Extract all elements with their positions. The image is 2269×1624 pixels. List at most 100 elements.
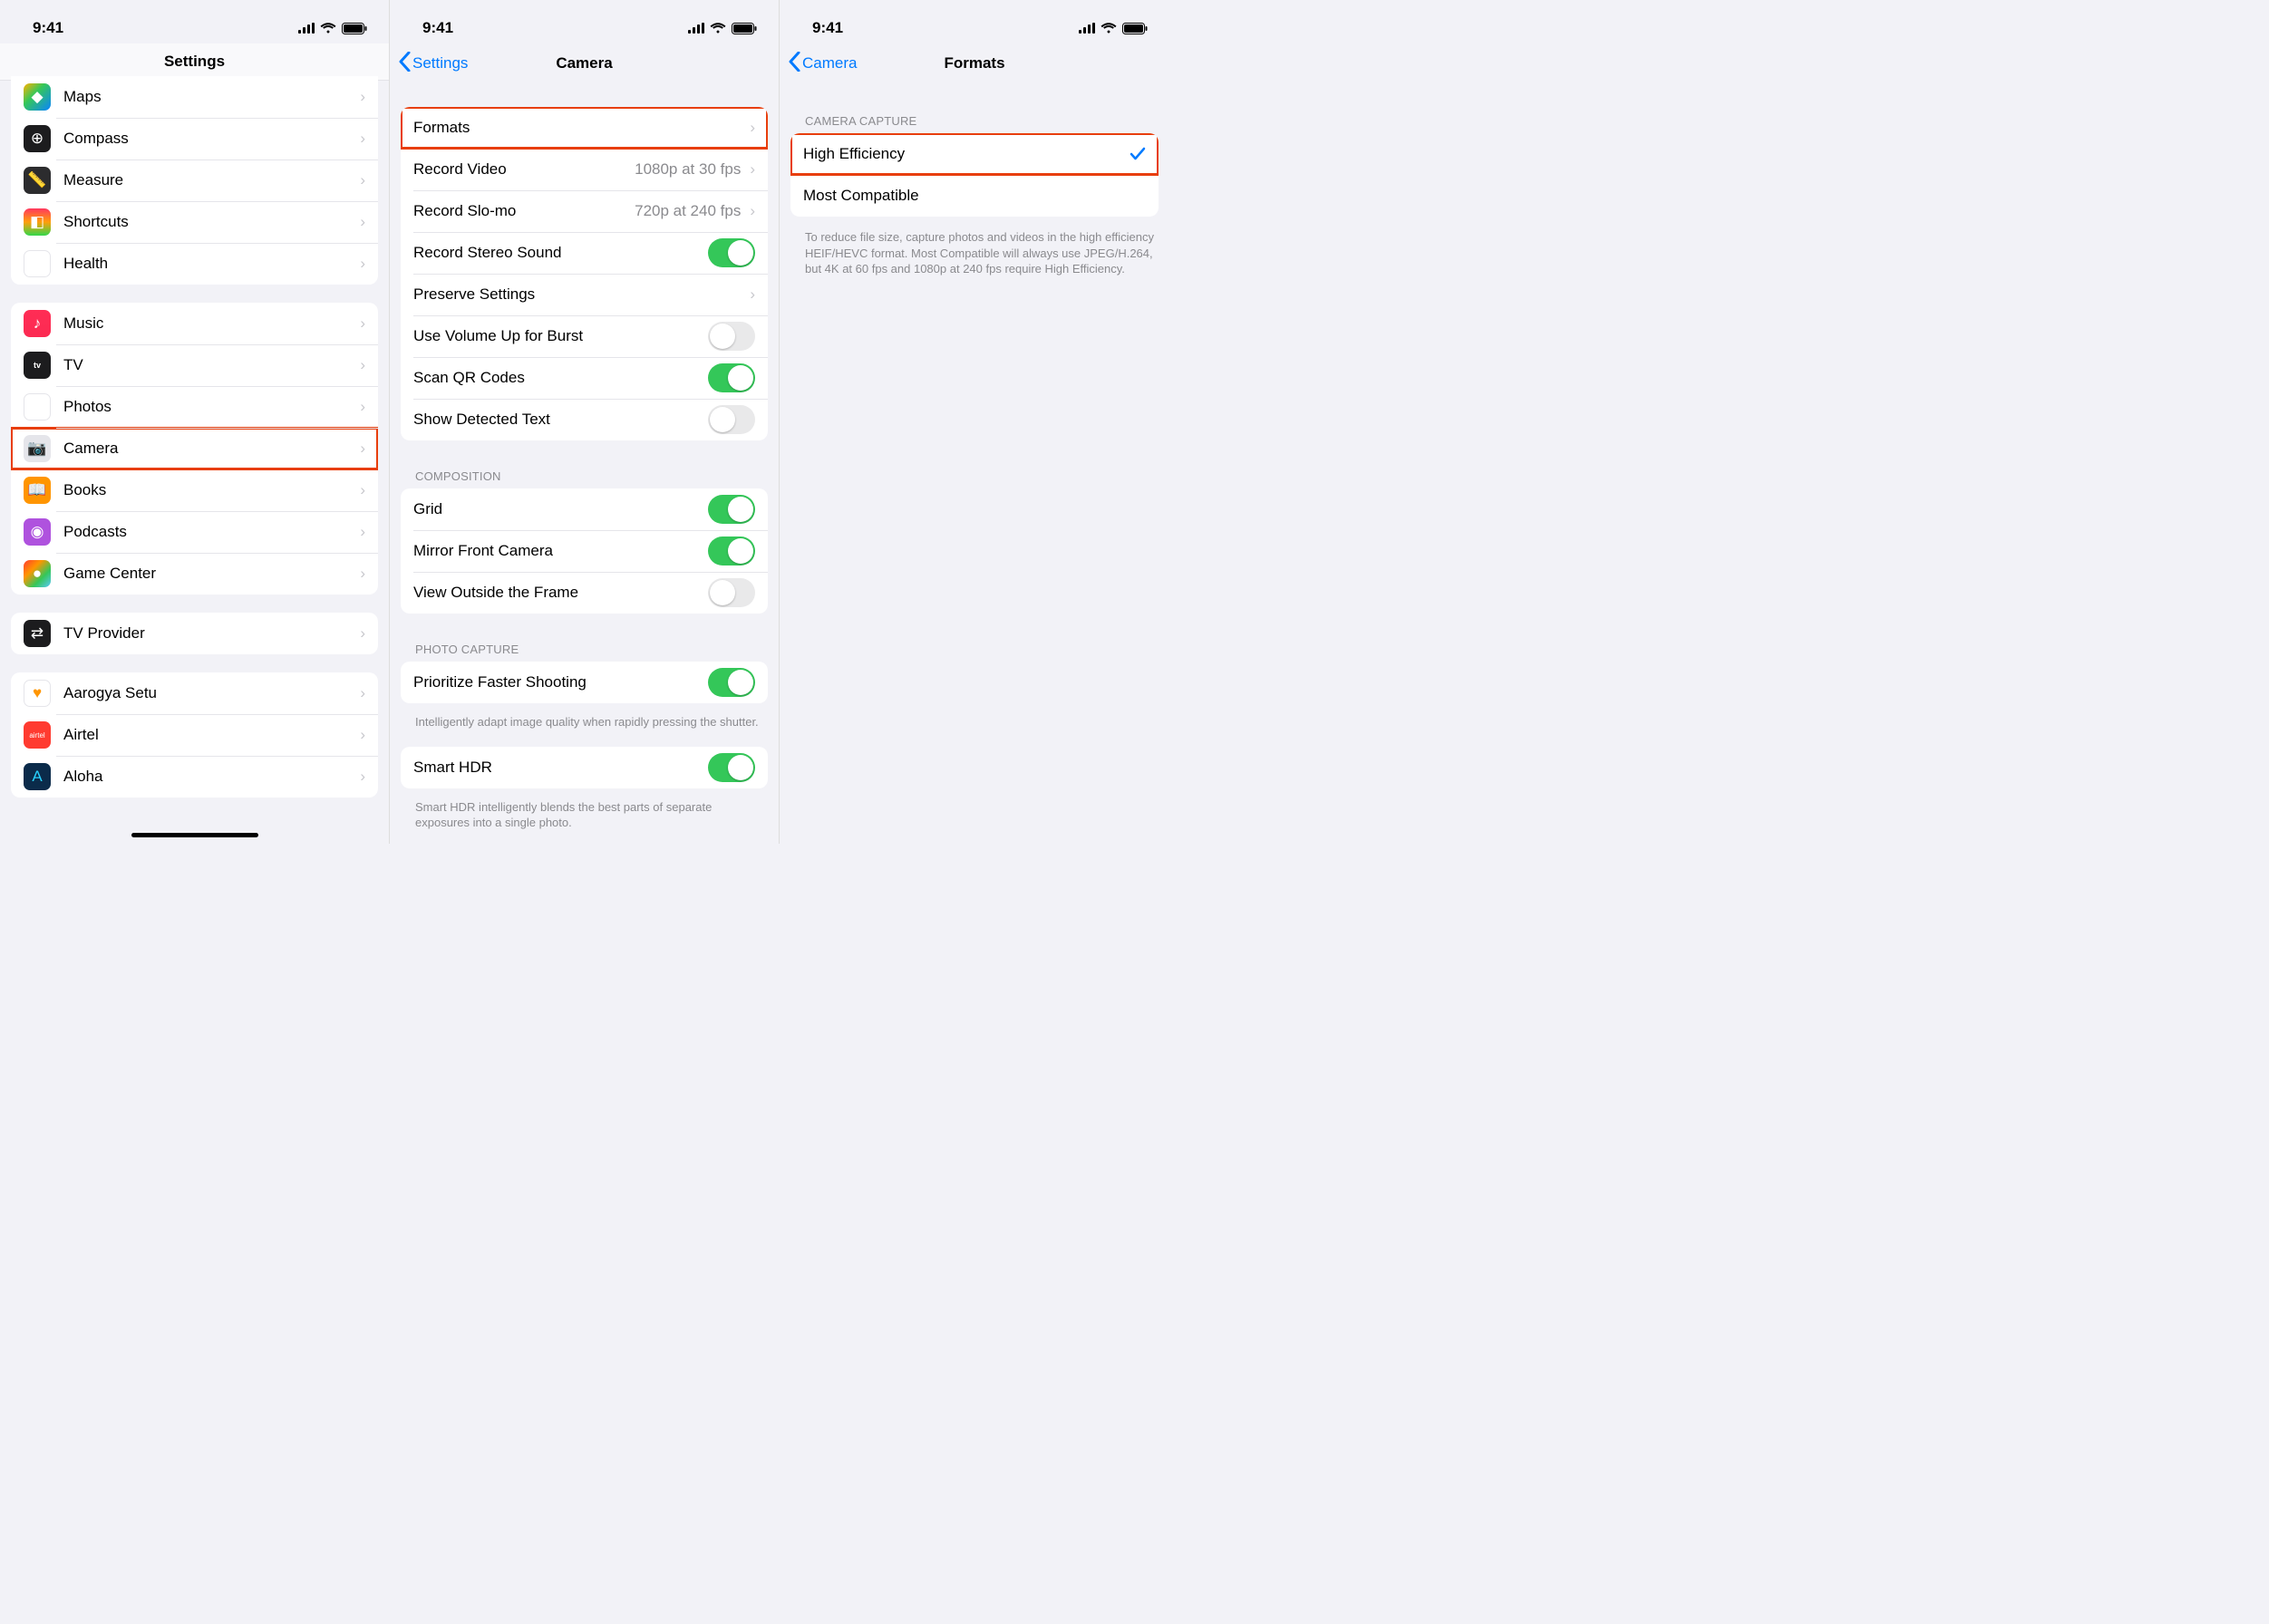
camera-row-formats[interactable]: Formats › xyxy=(401,107,768,149)
chevron-right-icon: › xyxy=(360,255,365,273)
chevron-right-icon: › xyxy=(750,160,755,179)
camera-group-smart-hdr: Smart HDR xyxy=(401,747,768,788)
settings-row-health[interactable]: ♥ Health › xyxy=(11,243,378,285)
chevron-right-icon: › xyxy=(360,440,365,458)
row-label: Airtel xyxy=(63,726,354,744)
row-label: Formats xyxy=(413,119,744,137)
row-detail: 1080p at 30 fps xyxy=(635,160,741,179)
settings-group-a: ◆ Maps › ⊕ Compass › 📏 Measure › ◧ Short… xyxy=(11,76,378,285)
settings-row-airtel[interactable]: airtel Airtel › xyxy=(11,714,378,756)
row-label: Measure xyxy=(63,171,354,189)
switch-smart-hdr[interactable] xyxy=(708,753,755,782)
shortcuts-icon: ◧ xyxy=(24,208,51,236)
music-icon: ♪ xyxy=(24,310,51,337)
battery-icon xyxy=(1122,23,1148,34)
row-label: Camera xyxy=(63,440,354,458)
back-button[interactable]: Settings xyxy=(399,52,468,76)
camera-row-smart-hdr: Smart HDR xyxy=(401,747,768,788)
status-bar: 9:41 xyxy=(780,0,1169,44)
chevron-right-icon: › xyxy=(360,398,365,416)
camera-row-record-slomo[interactable]: Record Slo-mo 720p at 240 fps › xyxy=(401,190,768,232)
smart-hdr-footer: Smart HDR intelligently blends the best … xyxy=(390,794,779,831)
switch-view-outside-frame[interactable] xyxy=(708,578,755,607)
row-label: High Efficiency xyxy=(803,145,1130,163)
aloha-icon: A xyxy=(24,763,51,790)
settings-row-photos[interactable]: ❁ Photos › xyxy=(11,386,378,428)
gamecenter-icon: ● xyxy=(24,560,51,587)
settings-row-aloha[interactable]: A Aloha › xyxy=(11,756,378,798)
row-label: Smart HDR xyxy=(413,759,708,777)
books-icon: 📖 xyxy=(24,477,51,504)
camera-group-main: Formats › Record Video 1080p at 30 fps ›… xyxy=(401,107,768,440)
back-label: Camera xyxy=(802,54,857,72)
settings-screen: 9:41 Settings ◆ Maps › ⊕ Compass › 📏 Mea… xyxy=(0,0,390,844)
settings-row-measure[interactable]: 📏 Measure › xyxy=(11,160,378,201)
camera-row-volume-burst: Use Volume Up for Burst xyxy=(401,315,768,357)
camera-capture-header: Camera Capture xyxy=(780,103,1169,133)
camera-row-qr-codes: Scan QR Codes xyxy=(401,357,768,399)
status-indicators xyxy=(298,23,367,34)
chevron-right-icon: › xyxy=(360,523,365,541)
row-label: Health xyxy=(63,255,354,273)
switch-prioritize-shooting[interactable] xyxy=(708,668,755,697)
settings-row-camera[interactable]: 📷 Camera › xyxy=(11,428,378,469)
home-indicator[interactable] xyxy=(131,833,258,837)
switch-stereo-sound[interactable] xyxy=(708,238,755,267)
photo-capture-header: Photo Capture xyxy=(390,632,779,662)
settings-row-podcasts[interactable]: ◉ Podcasts › xyxy=(11,511,378,553)
settings-row-music[interactable]: ♪ Music › xyxy=(11,303,378,344)
settings-row-tv[interactable]: tv TV › xyxy=(11,344,378,386)
settings-row-aarogya[interactable]: ♥ Aarogya Setu › xyxy=(11,672,378,714)
switch-detected-text[interactable] xyxy=(708,405,755,434)
row-label: Record Slo-mo xyxy=(413,202,635,220)
camera-row-record-video[interactable]: Record Video 1080p at 30 fps › xyxy=(401,149,768,190)
formats-row-high-efficiency[interactable]: High Efficiency xyxy=(790,133,1159,175)
row-label: Most Compatible xyxy=(803,187,1146,205)
status-indicators xyxy=(688,23,757,34)
maps-icon: ◆ xyxy=(24,83,51,111)
status-indicators xyxy=(1079,23,1148,34)
chevron-right-icon: › xyxy=(360,88,365,106)
camera-row-detected-text: Show Detected Text xyxy=(401,399,768,440)
row-label: Compass xyxy=(63,130,354,148)
camera-icon: 📷 xyxy=(24,435,51,462)
settings-row-shortcuts[interactable]: ◧ Shortcuts › xyxy=(11,201,378,243)
row-label: Scan QR Codes xyxy=(413,369,708,387)
settings-row-books[interactable]: 📖 Books › xyxy=(11,469,378,511)
tv-icon: tv xyxy=(24,352,51,379)
chevron-right-icon: › xyxy=(750,285,755,304)
wifi-icon xyxy=(710,23,726,34)
formats-row-most-compatible[interactable]: Most Compatible xyxy=(790,175,1159,217)
row-label: Mirror Front Camera xyxy=(413,542,708,560)
camera-settings-screen: 9:41 Settings Camera Formats › Record Vi… xyxy=(390,0,780,844)
wifi-icon xyxy=(1101,23,1117,34)
formats-footer: To reduce file size, capture photos and … xyxy=(780,224,1169,277)
camera-row-preserve-settings[interactable]: Preserve Settings › xyxy=(401,274,768,315)
formats-group: High Efficiency Most Compatible xyxy=(790,133,1159,217)
status-time: 9:41 xyxy=(33,19,63,37)
nav-header: Camera Formats xyxy=(780,44,1169,83)
switch-volume-burst[interactable] xyxy=(708,322,755,351)
settings-row-compass[interactable]: ⊕ Compass › xyxy=(11,118,378,160)
switch-qr-codes[interactable] xyxy=(708,363,755,392)
row-detail: 720p at 240 fps xyxy=(635,202,741,220)
health-icon: ♥ xyxy=(24,250,51,277)
switch-grid[interactable] xyxy=(708,495,755,524)
settings-row-gamecenter[interactable]: ● Game Center › xyxy=(11,553,378,594)
row-label: Show Detected Text xyxy=(413,411,708,429)
camera-row-prioritize-shooting: Prioritize Faster Shooting xyxy=(401,662,768,703)
battery-icon xyxy=(732,23,757,34)
wifi-icon xyxy=(320,23,336,34)
row-label: Podcasts xyxy=(63,523,354,541)
settings-row-tvprovider[interactable]: ⇄ TV Provider › xyxy=(11,613,378,654)
cellular-icon xyxy=(298,23,315,34)
chevron-right-icon: › xyxy=(360,624,365,643)
settings-row-maps[interactable]: ◆ Maps › xyxy=(11,76,378,118)
switch-mirror-front[interactable] xyxy=(708,536,755,566)
back-button[interactable]: Camera xyxy=(789,52,857,76)
status-bar: 9:41 xyxy=(390,0,779,44)
chevron-right-icon: › xyxy=(360,130,365,148)
formats-screen: 9:41 Camera Formats Camera Capture High … xyxy=(780,0,1169,844)
row-label: Use Volume Up for Burst xyxy=(413,327,708,345)
chevron-right-icon: › xyxy=(360,314,365,333)
